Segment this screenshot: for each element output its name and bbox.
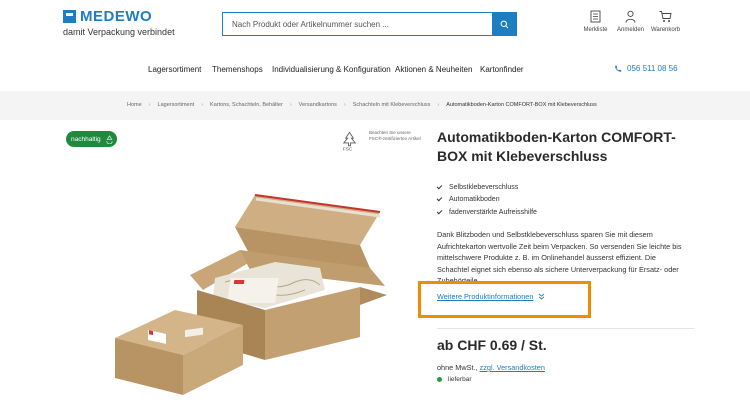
cart-label: Warenkorb: [650, 27, 681, 33]
breadcrumb-item[interactable]: Schachteln mit Klebeverschluss: [353, 102, 431, 108]
breadcrumb-item[interactable]: Home: [127, 102, 142, 108]
recycle-icon: [106, 134, 113, 144]
feature-list: Selbstklebeverschluss Automatikboden fad…: [436, 181, 537, 219]
svg-text:FSC: FSC: [343, 147, 353, 152]
divider: [437, 328, 694, 329]
header-actions: Merkliste Anmelden Warenkorb: [578, 10, 683, 33]
fsc-text: Beachten Sie unsere FSC®-zertifizierten …: [369, 130, 421, 141]
nav-item-individualisierung[interactable]: Individualisierung & Konfiguration: [272, 65, 391, 74]
logo-mark-icon: [63, 10, 76, 23]
feature-item: fadenverstärkte Aufreisshilfe: [436, 206, 537, 219]
search-input[interactable]: [223, 13, 492, 35]
shipping-costs-link[interactable]: zzgl. Versandkosten: [480, 363, 545, 372]
phone-icon: [615, 65, 622, 72]
nav-item-themenshops[interactable]: Themenshops: [212, 65, 263, 74]
feature-label: Selbstklebeverschluss: [449, 183, 519, 191]
breadcrumb-current: Automatikboden-Karton COMFORT-BOX mit Kl…: [446, 102, 597, 108]
breadcrumb-item[interactable]: Kartons, Schachteln, Behälter: [210, 102, 283, 108]
check-icon: [436, 195, 443, 202]
stock-status: lieferbar: [437, 376, 471, 383]
double-chevron-down-icon: [539, 293, 545, 300]
feature-label: fadenverstärkte Aufreisshilfe: [449, 208, 537, 216]
nav-item-lagersortiment[interactable]: Lagersortiment: [148, 65, 201, 74]
phone-link[interactable]: 056 511 08 56: [614, 64, 678, 73]
clipboard-icon: [590, 10, 601, 23]
feature-item: Automatikboden: [436, 194, 537, 207]
check-icon: [436, 208, 443, 215]
brand-name: MEDEWO: [80, 8, 153, 25]
brand-tagline: damit Verpackung verbindet: [63, 27, 175, 37]
breadcrumb-separator-icon: ›: [437, 102, 440, 108]
logo[interactable]: MEDEWO damit Verpackung verbindet: [63, 8, 175, 37]
breadcrumb: Home › Lagersortiment › Kartons, Schachtel…: [127, 102, 597, 108]
login-button[interactable]: Anmelden: [613, 10, 648, 33]
breadcrumb-item[interactable]: Versandkartons: [299, 102, 337, 108]
nav-item-aktionen[interactable]: Aktionen & Neuheiten: [395, 65, 472, 74]
more-info-label: Weitere Produktinformationen: [437, 292, 534, 301]
search-icon: [500, 20, 508, 28]
tax-note: ohne MwSt., zzgl. Versandkosten: [437, 363, 545, 372]
product-description: Dank Blitzboden und Selbstklebeverschlus…: [437, 230, 682, 285]
badge-label: nachhaltig: [71, 135, 101, 143]
breadcrumb-separator-icon: ›: [201, 102, 204, 108]
feature-item: Selbstklebeverschluss: [436, 181, 537, 194]
breadcrumb-separator-icon: ›: [148, 102, 151, 108]
product-title: Automatikboden-Karton COMFORT-BOX mit Kl…: [437, 129, 676, 164]
phone-number: 056 511 08 56: [627, 64, 678, 73]
product-image[interactable]: [115, 190, 390, 396]
price: ab CHF 0.69 / St.: [437, 337, 547, 353]
cart-icon: [659, 11, 672, 22]
fsc-tree-icon: FSC: [343, 131, 357, 152]
breadcrumb-separator-icon: ›: [289, 102, 292, 108]
more-info-link[interactable]: Weitere Produktinformationen: [437, 292, 545, 301]
wishlist-button[interactable]: Merkliste: [578, 10, 613, 33]
wishlist-label: Merkliste: [583, 27, 608, 33]
login-label: Anmelden: [616, 27, 645, 33]
breadcrumb-item[interactable]: Lagersortiment: [158, 102, 195, 108]
sustainable-badge: nachhaltig: [66, 131, 117, 147]
nav-item-kartonfinder[interactable]: Kartonfinder: [480, 65, 524, 74]
check-icon: [436, 183, 443, 190]
stock-label: lieferbar: [448, 376, 472, 383]
search-button[interactable]: [492, 13, 516, 35]
tax-prefix: ohne MwSt.,: [437, 363, 478, 372]
feature-label: Automatikboden: [449, 196, 500, 204]
user-icon: [625, 10, 636, 23]
fsc-notice: FSC Beachten Sie unsere FSC®-zertifizier…: [339, 130, 421, 152]
cart-button[interactable]: Warenkorb: [648, 10, 683, 33]
breadcrumb-separator-icon: ›: [343, 102, 346, 108]
breadcrumb-bar: Home › Lagersortiment › Kartons, Schachtel…: [0, 91, 750, 120]
search-bar: [222, 12, 517, 36]
stock-dot-icon: [437, 377, 442, 382]
